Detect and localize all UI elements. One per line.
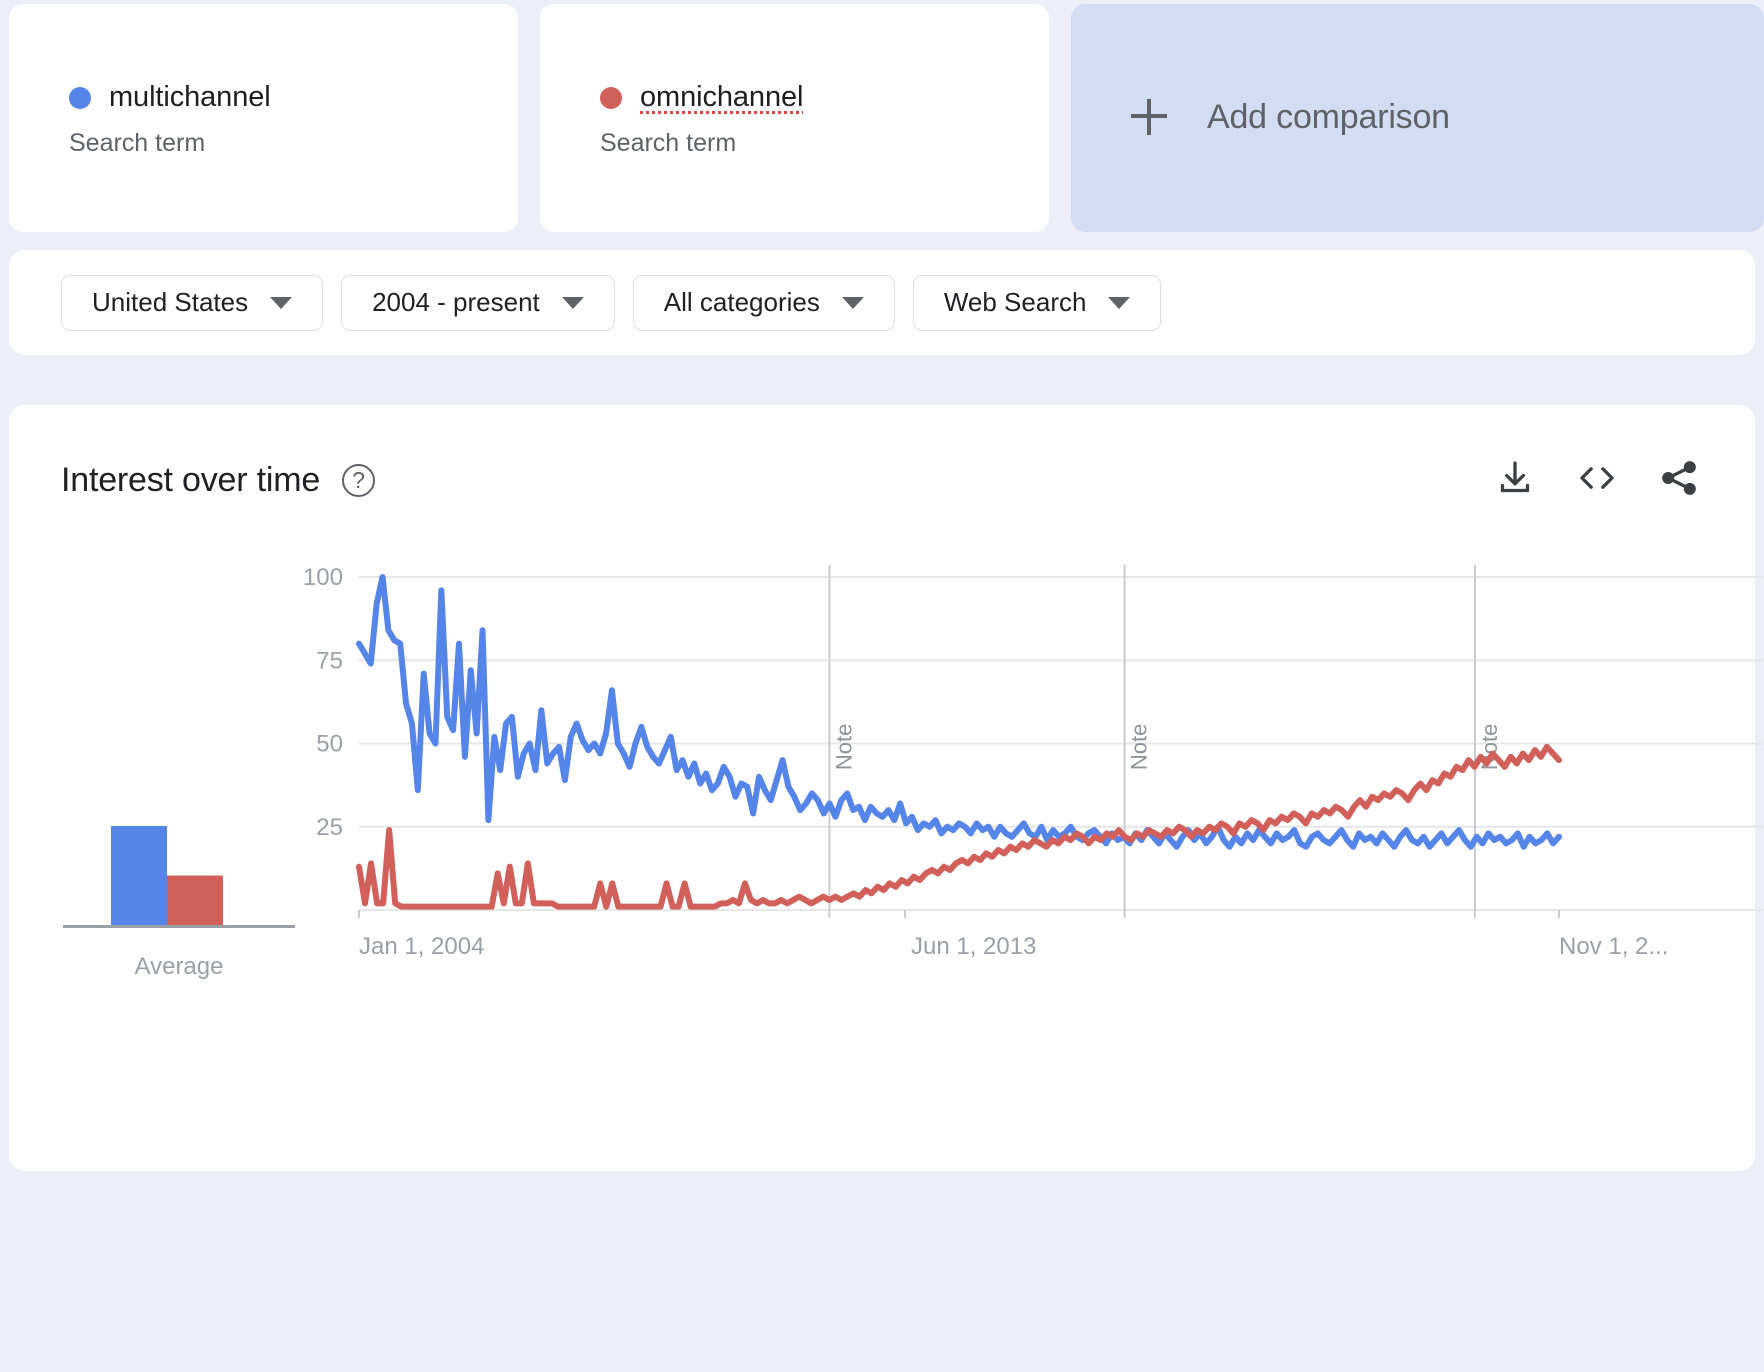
interest-line-svg: 255075100Note Note NoteJan 1, 2004 Jun 1, 2… xyxy=(303,564,1763,960)
plus-icon xyxy=(1131,99,1167,135)
search-term-title-line-1: multichannel xyxy=(69,81,271,114)
search-term-content-1: multichannel Search term xyxy=(69,81,271,158)
note-label-0: Note xyxy=(831,724,856,770)
y-tick-50: 50 xyxy=(316,731,343,758)
y-tick-25: 25 xyxy=(316,814,343,841)
search-term-name-1: multichannel xyxy=(109,81,271,113)
filter-search-type-label: Web Search xyxy=(943,287,1087,317)
x-tick-2: Nov 1, 2... xyxy=(1559,933,1668,960)
panel-gap xyxy=(0,355,1764,405)
filter-category-label: All categories xyxy=(663,287,820,317)
search-term-card-1[interactable]: multichannel Search term xyxy=(9,4,518,232)
series-color-dot-omnichannel xyxy=(600,86,622,109)
filter-bar: United States 2004 - present All categor… xyxy=(9,250,1755,355)
search-term-type-2: Search term xyxy=(600,128,737,157)
share-icon[interactable] xyxy=(1659,458,1699,503)
average-bar-svg xyxy=(63,826,295,928)
filter-search-type-dropdown[interactable]: Web Search xyxy=(912,274,1162,331)
search-term-name-2: omnichannel xyxy=(640,81,804,113)
y-tick-100: 100 xyxy=(303,564,343,591)
panel-title-wrap: Interest over time ? xyxy=(61,460,376,500)
filter-location-dropdown[interactable]: United States xyxy=(61,274,324,331)
note-label-1: Note xyxy=(1127,724,1152,770)
x-tick-0: Jan 1, 2004 xyxy=(359,933,484,960)
filter-location-label: United States xyxy=(92,287,249,317)
series-line-multichannel xyxy=(356,574,1562,850)
average-bar-0 xyxy=(111,826,167,925)
chevron-down-icon xyxy=(841,296,864,309)
interest-line-chart[interactable]: 25 50 75 100 Note Note Note Jan 1, 2004 Jun 1, 2… xyxy=(297,555,1763,1171)
add-comparison-content: Add comparison xyxy=(1131,98,1450,137)
search-term-content-2: omnichannel Search term xyxy=(600,81,804,158)
chart-body: Average 25 50 75 100 Note Note Note Jan 1, 2004… xyxy=(9,555,1763,1171)
search-term-title-line-2: omnichannel xyxy=(600,81,804,114)
y-tick-75: 75 xyxy=(316,647,343,674)
help-icon[interactable]: ? xyxy=(342,463,376,497)
chevron-down-icon xyxy=(270,296,293,309)
add-comparison-button[interactable]: Add comparison xyxy=(1071,4,1764,232)
search-terms-row: multichannel Search term omnichannel Sea… xyxy=(0,0,1764,250)
search-term-card-2[interactable]: omnichannel Search term xyxy=(540,4,1049,232)
panel-actions xyxy=(1495,458,1699,503)
chevron-down-icon xyxy=(561,296,584,309)
average-bar-chart: Average xyxy=(59,785,299,985)
embed-icon[interactable] xyxy=(1575,458,1619,503)
panel-header: Interest over time ? xyxy=(9,405,1755,555)
interest-over-time-panel: Interest over time ? Average 25 50 75 10… xyxy=(9,405,1763,1171)
filter-time-label: 2004 - present xyxy=(372,287,540,317)
page-title: Interest over time xyxy=(61,460,321,499)
chevron-down-icon xyxy=(1108,296,1131,309)
average-bar-1 xyxy=(167,875,223,925)
search-term-type-1: Search term xyxy=(69,128,206,157)
filter-time-dropdown[interactable]: 2004 - present xyxy=(341,274,615,331)
series-color-dot-multichannel xyxy=(69,86,91,109)
download-icon[interactable] xyxy=(1495,458,1535,503)
add-comparison-label: Add comparison xyxy=(1207,97,1450,136)
x-tick-1: Jun 1, 2013 xyxy=(911,933,1036,960)
filter-category-dropdown[interactable]: All categories xyxy=(632,274,895,331)
average-label: Average xyxy=(134,953,224,980)
